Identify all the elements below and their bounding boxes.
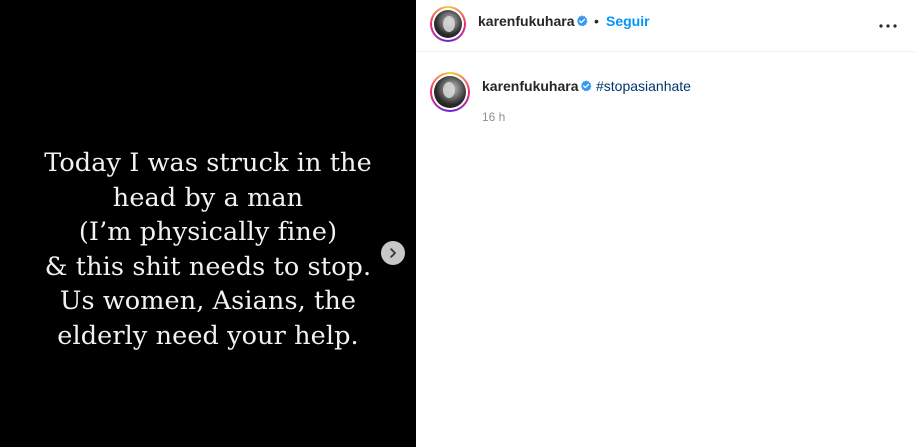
image-text-line: Us women, Asians, the: [59, 286, 357, 316]
caption: karenfukuhara #stopasianhate 16 h: [416, 70, 915, 130]
more-options-icon: [879, 24, 897, 28]
verified-badge-icon: [576, 15, 588, 27]
image-text-line: elderly need your help.: [57, 320, 359, 351]
avatar-photo: [434, 76, 466, 108]
avatar[interactable]: [430, 6, 466, 42]
verified-badge-icon: [580, 80, 592, 92]
caption-username[interactable]: karenfukuhara: [482, 78, 578, 94]
image-text-line: & this shit needs to stop.: [44, 251, 372, 282]
caption-avatar[interactable]: [430, 72, 470, 112]
author-username[interactable]: karenfukuhara: [478, 13, 574, 29]
more-options-button[interactable]: [876, 14, 900, 38]
post-details-panel: karenfukuhara • Seguir karenfukuhara #st…: [416, 0, 915, 447]
post-media[interactable]: Today I was struck in the head by a man …: [0, 0, 416, 447]
separator-dot: •: [594, 13, 599, 29]
follow-button[interactable]: Seguir: [606, 13, 650, 29]
hashtag-link[interactable]: #stopasianhate: [596, 78, 691, 94]
image-text-line: Today I was struck in the: [44, 148, 372, 178]
image-text-line: (I’m physically fine): [78, 217, 338, 247]
next-slide-button[interactable]: [381, 241, 405, 265]
post-timestamp[interactable]: 16 h: [482, 110, 505, 124]
post-header: karenfukuhara • Seguir: [416, 0, 915, 52]
post-image-text: Today I was struck in the head by a man …: [0, 146, 416, 353]
avatar-photo: [434, 10, 462, 38]
image-text-line: head by a man: [112, 182, 304, 213]
chevron-right-icon: [390, 248, 396, 258]
